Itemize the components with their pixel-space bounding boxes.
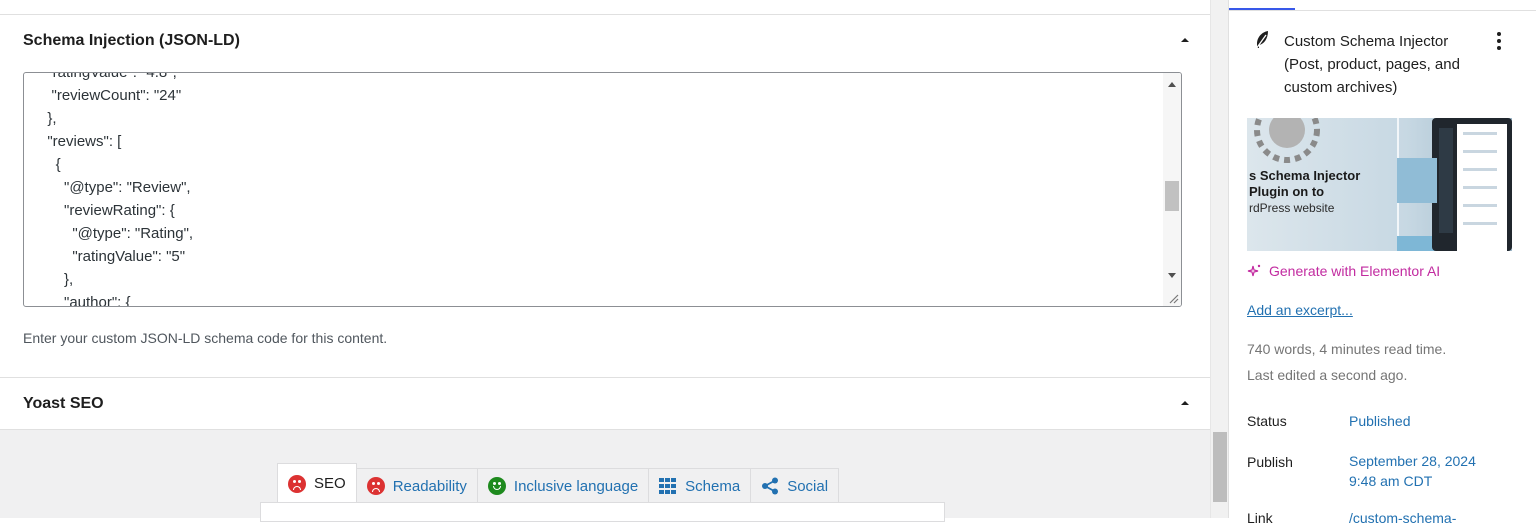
scroll-down-arrow-icon[interactable]: [1167, 272, 1177, 280]
schema-code-content[interactable]: "ratingValue": "4.8", "reviewCount": "24…: [39, 73, 193, 306]
yoast-body: SEO Readability Inclusive language Schem…: [0, 429, 1210, 522]
settings-sidebar: Custom Schema Injector (Post, product, p…: [1228, 0, 1536, 526]
publish-date-button[interactable]: September 28, 2024 9:48 am CDT: [1349, 451, 1476, 491]
tab-schema[interactable]: Schema: [649, 468, 752, 504]
featured-image[interactable]: s Schema Injector Plugin on to rdPress w…: [1247, 118, 1512, 251]
link-value-button[interactable]: /custom-schema-: [1349, 508, 1456, 528]
sad-face-icon: [366, 477, 385, 495]
sparkle-icon: [1247, 264, 1261, 277]
tab-readability[interactable]: Readability: [356, 468, 478, 504]
resize-grip-icon[interactable]: [1167, 292, 1179, 304]
tab-label: Readability: [392, 477, 467, 495]
last-edited-text: Last edited a second ago.: [1247, 367, 1408, 383]
more-options-icon[interactable]: [1489, 30, 1509, 52]
status-value-button[interactable]: Published: [1349, 411, 1411, 431]
word-count-text: 740 words, 4 minutes read time.: [1247, 341, 1447, 357]
tab-seo[interactable]: SEO: [277, 463, 357, 504]
tab-label: Social: [787, 477, 829, 495]
feather-icon: [1255, 31, 1268, 50]
editor-main-area: Schema Injection (JSON-LD) "ratingValue"…: [0, 0, 1210, 522]
publish-label: Publish: [1247, 454, 1293, 470]
add-excerpt-link[interactable]: Add an excerpt...: [1247, 302, 1353, 318]
generate-ai-label: Generate with Elementor AI: [1269, 263, 1441, 279]
collapse-chevron-icon[interactable]: [1178, 35, 1192, 45]
schema-panel-title: Schema Injection (JSON-LD): [23, 32, 240, 49]
featured-image-text-1: s Schema Injector: [1249, 168, 1360, 183]
grid-icon: [659, 478, 677, 494]
scroll-up-arrow-icon[interactable]: [1167, 80, 1177, 88]
tab-label: Inclusive language: [513, 477, 639, 495]
schema-code-textarea[interactable]: "ratingValue": "4.8", "reviewCount": "24…: [23, 72, 1182, 307]
publish-date: September 28, 2024: [1349, 453, 1476, 469]
link-label: Link: [1247, 510, 1273, 526]
featured-image-text-2: Plugin on to: [1249, 184, 1324, 199]
textarea-scrollbar[interactable]: [1163, 73, 1181, 306]
tab-label: SEO: [314, 475, 346, 492]
template-title: Custom Schema Injector (Post, product, p…: [1284, 33, 1460, 96]
schema-panel-header[interactable]: Schema Injection (JSON-LD): [0, 15, 1210, 67]
yoast-tabs: SEO Readability Inclusive language Schem…: [277, 463, 840, 504]
sad-face-icon: [288, 474, 306, 493]
schema-help-text: Enter your custom JSON-LD schema code fo…: [23, 330, 388, 346]
tab-social[interactable]: Social: [751, 468, 840, 504]
page-scroll-thumb[interactable]: [1213, 432, 1227, 502]
page-scrollbar[interactable]: [1210, 0, 1228, 518]
yoast-panel-title: Yoast SEO: [23, 395, 104, 412]
generate-with-ai-button[interactable]: Generate with Elementor AI: [1247, 263, 1440, 279]
publish-time: 9:48 am CDT: [1349, 473, 1433, 489]
share-icon: [762, 477, 779, 495]
yoast-panel-header[interactable]: Yoast SEO: [0, 378, 1210, 430]
collapse-chevron-icon[interactable]: [1178, 398, 1192, 408]
featured-image-text-3: rdPress website: [1249, 201, 1335, 215]
tab-label: Schema: [685, 477, 741, 495]
textarea-scroll-thumb[interactable]: [1165, 181, 1179, 211]
status-label: Status: [1247, 413, 1287, 429]
sidebar-divider: [1229, 10, 1536, 11]
tab-inclusive-language[interactable]: Inclusive language: [477, 468, 650, 504]
smile-face-icon: [487, 477, 506, 495]
seo-tab-content: [260, 502, 945, 522]
